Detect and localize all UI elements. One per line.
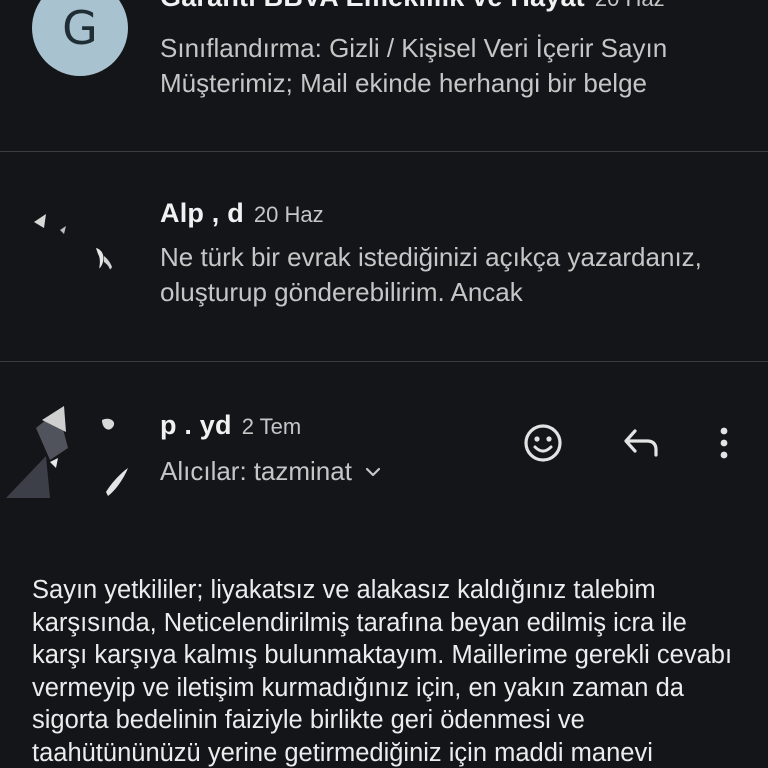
sender-line: Alp , d 20 Haz [160, 198, 324, 229]
recipients-value: tazminat [253, 456, 352, 486]
more-vert-icon[interactable] [702, 421, 746, 465]
recipients-label: Alıcılar: [160, 456, 247, 486]
message-body-text: Sayın yetkililer; liyakatsız ve alakasız… [32, 576, 733, 767]
sender-line: Garanti BBVA Emeklilik ve Hayat 20 Haz [160, 0, 665, 13]
collapsed-message-garanti[interactable]: G Garanti BBVA Emeklilik ve Hayat 20 Haz… [0, 0, 768, 151]
reply-icon[interactable] [619, 421, 663, 465]
sender-avatar: G [32, 0, 128, 76]
sender-name: Garanti BBVA Emeklilik ve Hayat [160, 0, 585, 13]
sender-line: p . yd 2 Tem [160, 410, 301, 441]
sender-avatar [26, 190, 122, 286]
message-snippet: Sınıflandırma: Gizli / Kişisel Veri İçer… [160, 33, 668, 98]
smiley-icon[interactable] [521, 421, 565, 465]
sender-name: p . yd [160, 410, 232, 440]
recipients-toggle[interactable]: Alıcılar: tazminat [160, 456, 382, 487]
sender-name: Alp , d [160, 198, 244, 228]
message-body: Sayın yetkililer; liyakatsız ve alakasız… [32, 574, 748, 768]
message-snippet: Ne türk bir evrak istediğinizi açıkça ya… [160, 242, 702, 307]
collapsed-message-alp[interactable]: Alp , d 20 Haz Ne türk bir evrak istediğ… [0, 152, 768, 361]
avatar-photo-icon [6, 406, 128, 498]
message-date: 20 Haz [253, 202, 324, 227]
avatar-photo-icon [34, 214, 114, 286]
email-thread-screen: G Garanti BBVA Emeklilik ve Hayat 20 Haz… [0, 0, 768, 768]
message-date: 20 Haz [595, 0, 665, 12]
chevron-down-icon [365, 467, 381, 476]
avatar-letter: G [62, 1, 98, 55]
message-date: 2 Tem [241, 414, 302, 439]
sender-avatar [6, 398, 134, 498]
